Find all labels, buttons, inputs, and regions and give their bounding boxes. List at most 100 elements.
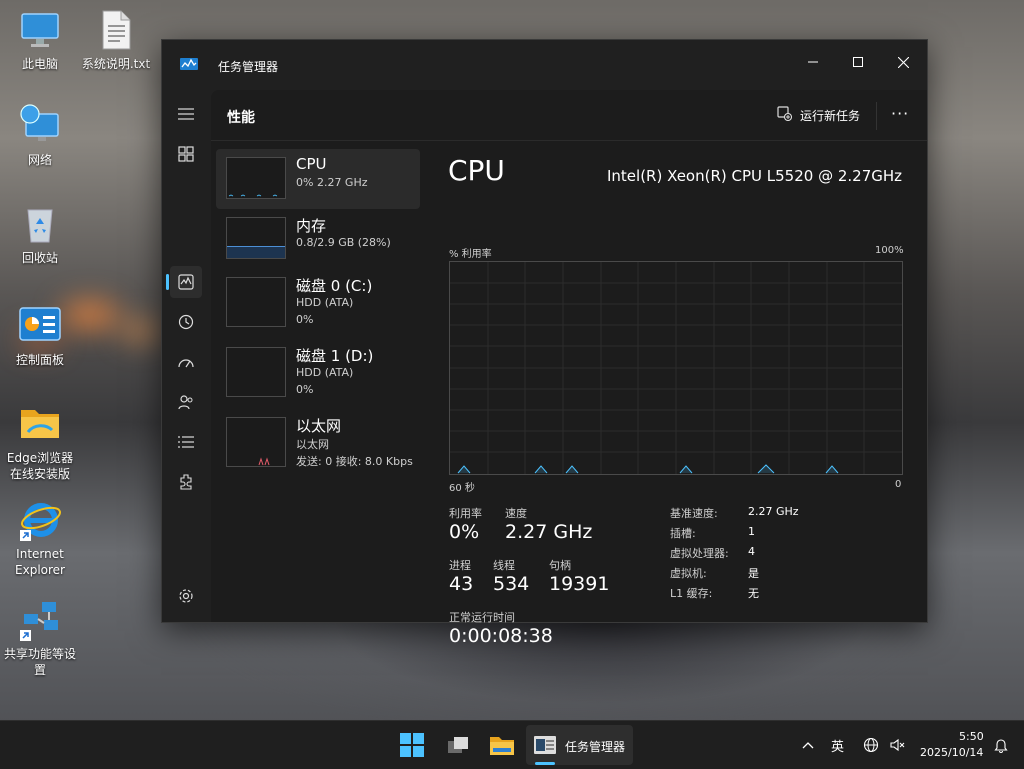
perf-item-ethernet[interactable]: 以太网 以太网 发送: 0 接收: 8.0 Kbps	[216, 409, 430, 479]
services-icon[interactable]	[170, 466, 202, 498]
new-task-icon	[777, 106, 793, 124]
chevron-up-icon	[802, 742, 814, 749]
uptime-label: 正常运行时间	[449, 611, 515, 624]
task-manager-app-icon	[180, 56, 198, 70]
processes-icon[interactable]	[170, 138, 202, 170]
active-indicator	[166, 274, 169, 290]
cpu-heading: CPU	[448, 154, 505, 187]
uptime-value: 0:00:08:38	[449, 625, 553, 647]
desktop-icon-share-settings[interactable]: 共享功能等设 置	[2, 598, 78, 678]
perf-item-name: 内存	[296, 217, 327, 235]
performance-icon[interactable]	[170, 266, 202, 298]
desktop-icon-label-line1: Edge浏览器	[6, 451, 74, 465]
network-share-icon	[18, 598, 62, 642]
network-icon	[18, 104, 62, 148]
cpu-usage-graph	[449, 261, 903, 475]
virtual-processors-label: 虚拟处理器:	[670, 547, 729, 560]
processes-value: 43	[449, 573, 474, 595]
utilization-value: 0%	[449, 521, 480, 543]
perf-item-memory[interactable]: 内存 0.8/2.9 GB (28%)	[216, 209, 420, 269]
perf-item-sub: 0.8/2.9 GB (28%)	[296, 236, 391, 249]
graph-max-label: 100%	[875, 245, 904, 256]
perf-item-sub2: 发送: 0 接收: 8.0 Kbps	[296, 455, 413, 468]
handles-value: 19391	[549, 573, 610, 595]
control-panel-icon	[18, 304, 62, 348]
perf-item-sub2: 0%	[296, 313, 314, 326]
users-icon[interactable]	[170, 386, 202, 418]
taskbar-task-manager[interactable]: 任务管理器	[526, 725, 633, 765]
window-title: 任务管理器	[218, 60, 279, 74]
graph-time-label: 60 秒	[449, 483, 475, 494]
desktop-icon-readme[interactable]: 系统说明.txt	[78, 8, 154, 72]
desktop-icon-label-line2: 置	[33, 663, 46, 677]
menu-icon[interactable]	[170, 98, 202, 130]
header-divider	[876, 102, 877, 130]
desktop-icon-this-pc[interactable]: 此电脑	[2, 8, 78, 72]
desktop-icon-control-panel[interactable]: 控制面板	[2, 304, 78, 368]
maximize-button[interactable]	[835, 48, 881, 76]
threads-label: 线程	[493, 559, 515, 572]
task-view-icon	[448, 737, 468, 753]
ime-indicator[interactable]: 英	[831, 736, 844, 755]
desktop-icon-label-line1: Internet	[16, 547, 64, 561]
performance-page: 性能 运行新任务 ··· CPU 0% 2.27 GHz 内存 0.8/2.9	[211, 90, 927, 647]
perf-item-cpu[interactable]: CPU 0% 2.27 GHz	[216, 149, 420, 209]
active-app-indicator	[535, 762, 555, 765]
handles-label: 句柄	[549, 559, 571, 572]
recycle-bin-icon	[18, 202, 62, 246]
clock-date[interactable]: 2025/10/14	[920, 746, 983, 759]
graph-min-label: 0	[895, 479, 902, 490]
threads-value: 534	[493, 573, 530, 595]
desktop-icon-label: 控制面板	[15, 353, 64, 367]
title-bar[interactable]: 任务管理器	[162, 40, 927, 90]
volume-button[interactable]	[886, 725, 908, 765]
perf-item-sub2: 0%	[296, 383, 314, 396]
folder-icon	[490, 737, 514, 755]
notifications-button[interactable]	[990, 725, 1012, 765]
utilization-label: 利用率	[449, 507, 482, 520]
page-header: 性能 运行新任务 ···	[211, 90, 927, 141]
run-new-task-button[interactable]: 运行新任务	[777, 106, 860, 124]
cpu-thumbnail-graph	[226, 157, 286, 199]
startup-apps-icon[interactable]	[170, 346, 202, 378]
desktop-icon-label: 系统说明.txt	[81, 57, 151, 71]
desktop-icon-label: 此电脑	[21, 57, 58, 71]
perf-item-sub: 0% 2.27 GHz	[296, 176, 368, 189]
desktop-icon-label: 网络	[27, 153, 52, 167]
taskbar: 任务管理器 英 5:50 2025/10/14	[0, 720, 1024, 769]
task-view-button[interactable]	[438, 725, 478, 765]
perf-item-disk-1[interactable]: 磁盘 1 (D:) HDD (ATA) 0%	[216, 339, 420, 409]
virtual-processors-value: 4	[748, 545, 755, 558]
text-file-icon	[94, 8, 138, 52]
minimize-button[interactable]	[790, 48, 836, 76]
start-button[interactable]	[392, 725, 432, 765]
cpu-model-name: Intel(R) Xeon(R) CPU L5520 @ 2.27GHz	[607, 167, 903, 185]
settings-icon[interactable]	[170, 580, 202, 612]
task-manager-icon	[534, 736, 556, 754]
show-hidden-icons-button[interactable]	[796, 725, 820, 765]
app-history-icon[interactable]	[170, 306, 202, 338]
l1-cache-value: 无	[748, 587, 759, 600]
perf-item-disk-0[interactable]: 磁盘 0 (C:) HDD (ATA) 0%	[216, 269, 420, 339]
close-button[interactable]	[880, 48, 926, 76]
desktop-icon-recycle-bin[interactable]: 回收站	[2, 202, 78, 266]
page-title: 性能	[227, 110, 255, 126]
desktop-icon-network[interactable]: 网络	[2, 104, 78, 168]
more-options-button[interactable]: ···	[891, 104, 909, 123]
file-explorer-button[interactable]	[482, 725, 522, 765]
l1-cache-label: L1 缓存:	[670, 587, 713, 600]
details-icon[interactable]	[170, 426, 202, 458]
desktop-icon-label: 回收站	[21, 251, 58, 265]
perf-item-name: 以太网	[296, 417, 342, 435]
clock-time[interactable]: 5:50	[959, 730, 984, 743]
speed-label: 速度	[505, 507, 527, 520]
desktop-icon-edge-installer[interactable]: Edge浏览器 在线安装版	[2, 402, 78, 482]
base-speed-label: 基准速度:	[670, 507, 718, 520]
desktop-icon-label-line2: Explorer	[15, 563, 65, 577]
disk1-thumbnail-graph	[226, 347, 286, 397]
network-status-button[interactable]	[860, 725, 882, 765]
graph-y-label: % 利用率	[449, 249, 492, 260]
bell-icon	[994, 739, 1008, 753]
windows-logo-icon	[400, 733, 424, 757]
desktop-icon-internet-explorer[interactable]: Internet Explorer	[2, 498, 78, 578]
